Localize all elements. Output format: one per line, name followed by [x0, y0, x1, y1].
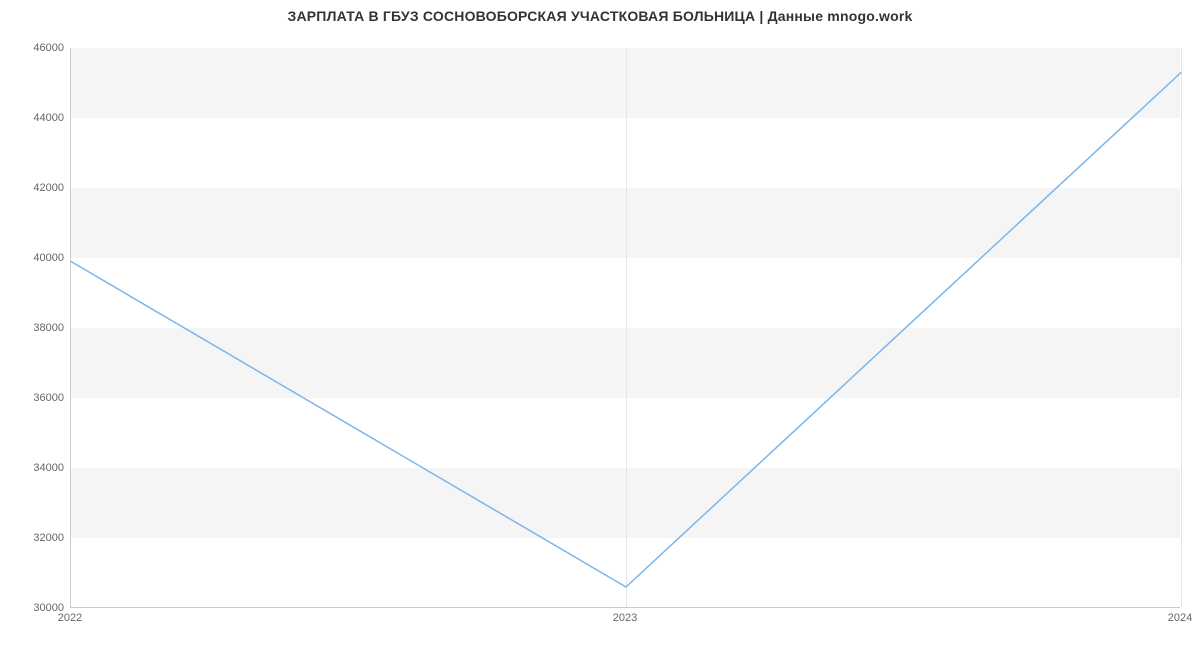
- x-tick-label: 2024: [1168, 612, 1192, 624]
- chart-title: ЗАРПЛАТА В ГБУЗ СОСНОВОБОРСКАЯ УЧАСТКОВА…: [0, 8, 1200, 24]
- chart: ЗАРПЛАТА В ГБУЗ СОСНОВОБОРСКАЯ УЧАСТКОВА…: [0, 0, 1200, 650]
- y-tick-label: 44000: [8, 112, 64, 124]
- plot-area: [70, 48, 1180, 608]
- gridline-vertical: [1181, 48, 1182, 607]
- x-tick-label: 2022: [58, 612, 82, 624]
- salary-line: [71, 73, 1181, 588]
- y-tick-label: 36000: [8, 392, 64, 404]
- y-tick-label: 30000: [8, 602, 64, 614]
- y-tick-label: 46000: [8, 42, 64, 54]
- line-series: [71, 48, 1180, 607]
- x-tick-label: 2023: [613, 612, 637, 624]
- y-tick-label: 32000: [8, 532, 64, 544]
- y-tick-label: 42000: [8, 182, 64, 194]
- y-tick-label: 38000: [8, 322, 64, 334]
- y-tick-label: 34000: [8, 462, 64, 474]
- y-tick-label: 40000: [8, 252, 64, 264]
